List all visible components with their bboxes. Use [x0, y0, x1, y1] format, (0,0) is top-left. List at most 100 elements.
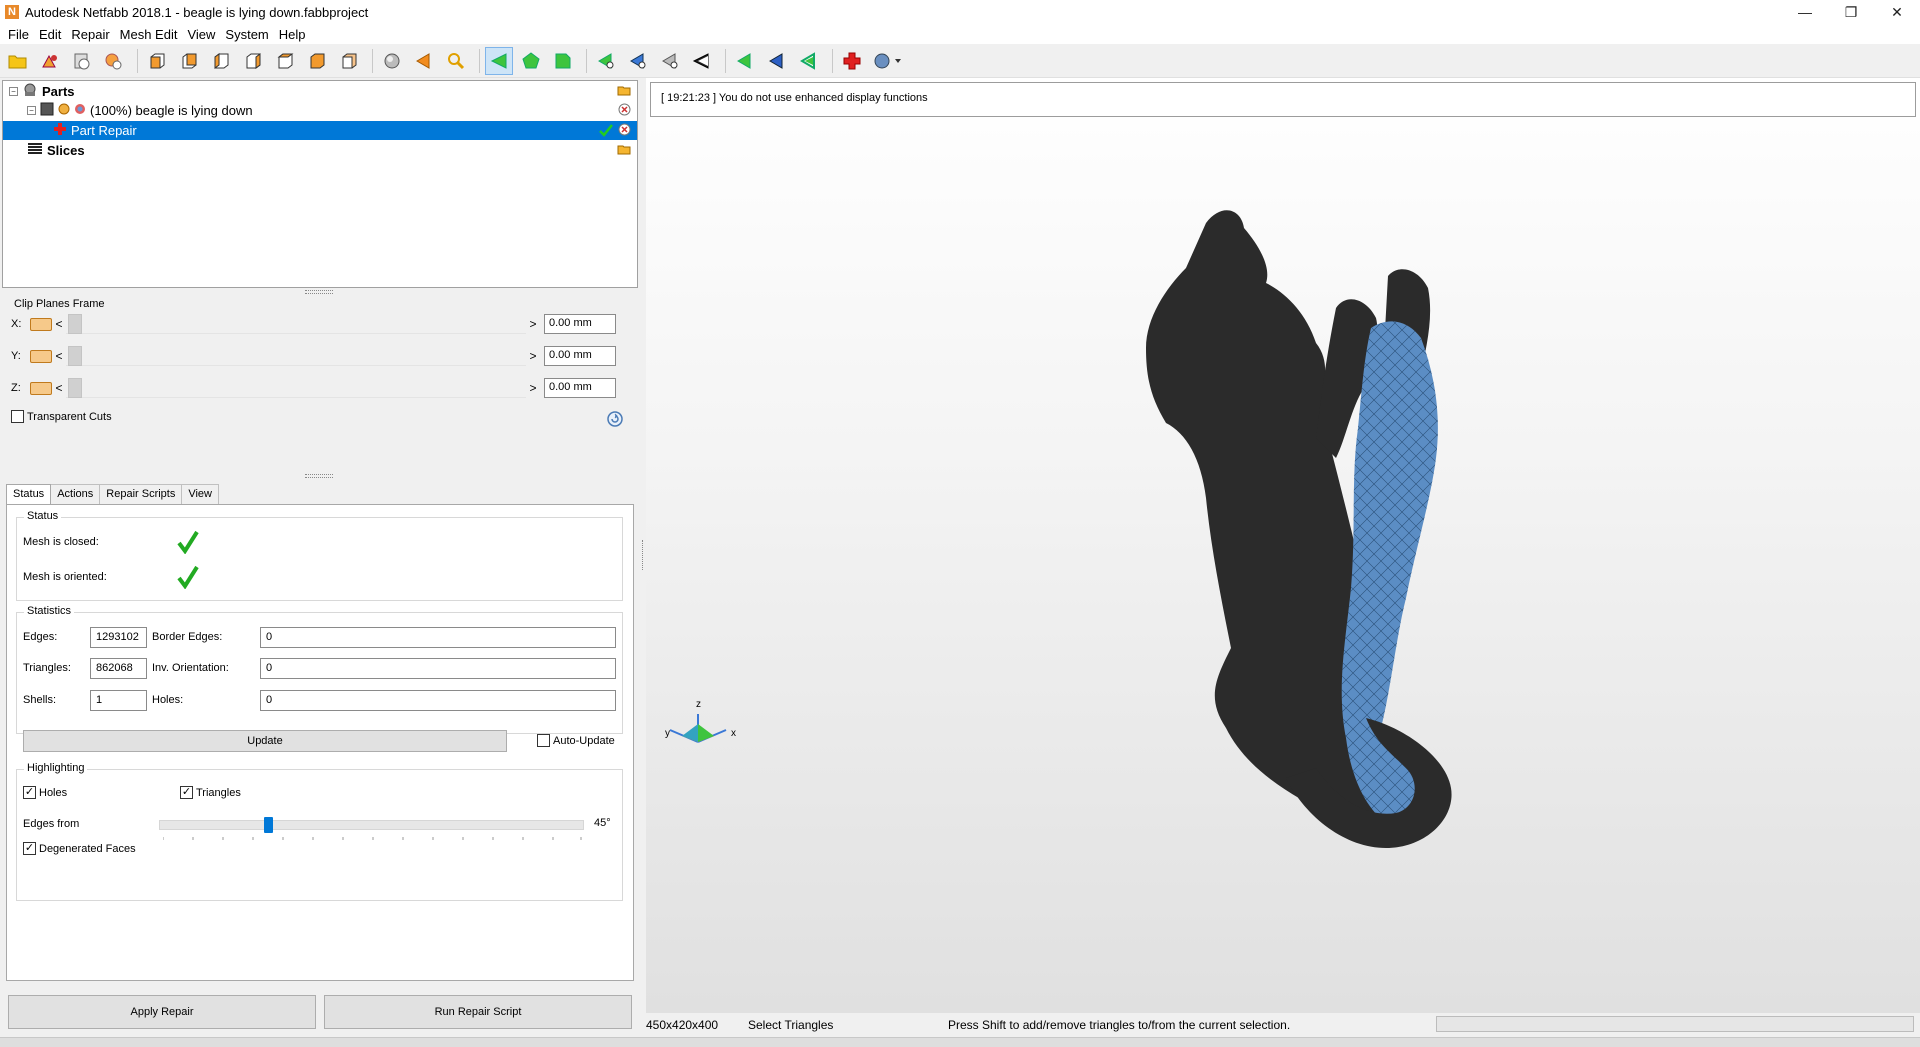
menu-edit[interactable]: Edit [34, 27, 66, 42]
apply-check-icon[interactable] [599, 123, 613, 140]
triangle-tool-button[interactable] [624, 47, 652, 75]
cancel-repair-icon[interactable] [618, 123, 631, 139]
clip-x-value[interactable]: 0.00 mm [544, 314, 616, 334]
menu-repair[interactable]: Repair [66, 27, 114, 42]
clip-right-arrow[interactable]: > [526, 381, 540, 395]
tree-row-slices[interactable]: Slices [3, 141, 637, 160]
select-triangles-button[interactable] [485, 46, 513, 75]
view-back-button[interactable] [175, 47, 203, 75]
menu-system[interactable]: System [220, 27, 273, 42]
add-triangle-button[interactable] [592, 47, 620, 75]
tab-actions[interactable]: Actions [50, 484, 101, 504]
select-shells-button[interactable] [549, 47, 577, 75]
visibility-icon[interactable] [58, 103, 70, 118]
restore-button[interactable]: ❐ [1828, 0, 1874, 24]
color-icon[interactable] [74, 103, 86, 118]
triangles-checkbox[interactable]: ✓ [180, 786, 193, 799]
update-button[interactable]: Update [23, 730, 507, 752]
splitter-handle[interactable] [305, 474, 333, 478]
slider-thumb[interactable] [68, 378, 82, 398]
folder-open-icon[interactable] [617, 84, 631, 99]
status-tab-body: Status Mesh is closed: Mesh is oriented:… [6, 504, 634, 981]
clip-y-value[interactable]: 0.00 mm [544, 346, 616, 366]
clip-right-arrow[interactable]: > [526, 349, 540, 363]
tree-row-parts[interactable]: − Parts [3, 82, 637, 101]
pan-button[interactable] [410, 47, 438, 75]
clip-right-arrow[interactable]: > [526, 317, 540, 331]
status-mode: Select Triangles [748, 1018, 834, 1032]
3d-viewport[interactable]: z y x [646, 78, 1920, 1013]
view-bottom-button[interactable] [303, 47, 331, 75]
remove-part-icon[interactable] [618, 103, 631, 119]
view-left-button[interactable] [207, 47, 235, 75]
add-object-button[interactable] [100, 47, 128, 75]
repair-button[interactable] [838, 47, 866, 75]
holes-checkbox[interactable]: ✓ [23, 786, 36, 799]
run-repair-script-button[interactable]: Run Repair Script [324, 995, 632, 1029]
edges-slider-thumb[interactable] [264, 817, 273, 833]
clip-slider-z[interactable] [66, 378, 526, 398]
grey-triangle-button[interactable] [656, 47, 684, 75]
cube-right-icon [246, 52, 261, 69]
tab-status[interactable]: Status [6, 484, 52, 505]
close-button[interactable]: ✕ [1874, 0, 1920, 24]
clip-left-arrow[interactable]: < [52, 349, 66, 363]
dark-triangle-button[interactable] [688, 47, 716, 75]
clip-slider-y[interactable] [66, 346, 526, 366]
clip-enable-toggle[interactable] [30, 381, 52, 395]
tree-row-part-repair[interactable]: Part Repair [3, 121, 637, 140]
cube-top-icon [277, 53, 294, 68]
view-front-button[interactable] [143, 47, 171, 75]
transparent-cuts-option[interactable]: Transparent Cuts [11, 410, 112, 423]
inv-orientation-label: Inv. Orientation: [152, 662, 229, 674]
transparent-cuts-checkbox[interactable] [11, 410, 24, 423]
holes-highlight-option[interactable]: ✓ Holes [23, 786, 67, 799]
menu-help[interactable]: Help [274, 27, 311, 42]
cube-bottom-icon [310, 53, 325, 68]
view-iso-button[interactable] [335, 47, 363, 75]
triangles-highlight-option[interactable]: ✓ Triangles [180, 786, 241, 799]
shading-button[interactable] [378, 47, 406, 75]
add-triangle-icon [598, 52, 614, 69]
degenerated-faces-option[interactable]: ✓ Degenerated Faces [23, 842, 136, 855]
import-button[interactable] [68, 47, 96, 75]
menu-file[interactable]: File [3, 27, 34, 42]
clip-z-value[interactable]: 0.00 mm [544, 378, 616, 398]
tab-view[interactable]: View [181, 484, 219, 504]
collapse-icon[interactable]: − [9, 87, 18, 96]
menu-mesh-edit[interactable]: Mesh Edit [115, 27, 183, 42]
folder-open-icon[interactable] [617, 143, 631, 158]
auto-update-option[interactable]: Auto-Update [537, 734, 615, 747]
open-project-button[interactable] [4, 47, 32, 75]
clip-enable-toggle[interactable] [30, 349, 52, 363]
view-right-button[interactable] [239, 47, 267, 75]
clip-left-arrow[interactable]: < [52, 317, 66, 331]
tab-repair-scripts[interactable]: Repair Scripts [99, 484, 183, 504]
green-left-button[interactable] [731, 47, 759, 75]
help-dropdown-button[interactable] [870, 47, 906, 75]
add-part-button[interactable] [36, 47, 64, 75]
collapse-icon[interactable]: − [27, 106, 36, 115]
repair-cross-icon [53, 122, 67, 139]
auto-update-checkbox[interactable] [537, 734, 550, 747]
menu-view[interactable]: View [182, 27, 220, 42]
apply-repair-button[interactable]: Apply Repair [8, 995, 316, 1029]
toolbar-separator [725, 48, 726, 73]
green-outline-button[interactable] [795, 47, 823, 75]
view-top-button[interactable] [271, 47, 299, 75]
reset-clip-icon[interactable] [606, 410, 624, 431]
tree-row-part[interactable]: − (100%) beagle is lying down [3, 101, 637, 120]
holes-value: 0 [260, 690, 616, 711]
splitter-handle[interactable] [305, 290, 333, 294]
clip-slider-x[interactable] [66, 314, 526, 334]
slider-thumb[interactable] [68, 346, 82, 366]
zoom-button[interactable] [442, 47, 470, 75]
clip-left-arrow[interactable]: < [52, 381, 66, 395]
minimize-button[interactable]: — [1782, 0, 1828, 24]
clip-enable-toggle[interactable] [30, 317, 52, 331]
edges-from-slider[interactable] [159, 817, 584, 833]
slider-thumb[interactable] [68, 314, 82, 334]
degenerated-faces-checkbox[interactable]: ✓ [23, 842, 36, 855]
select-surfaces-button[interactable] [517, 47, 545, 75]
blue-left-button[interactable] [763, 47, 791, 75]
